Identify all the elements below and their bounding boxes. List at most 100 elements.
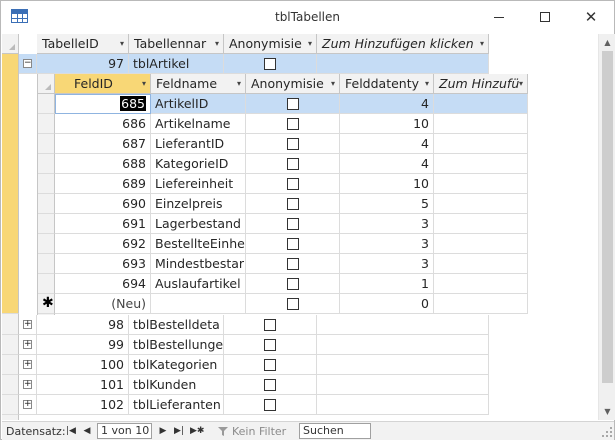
tabellenname-cell[interactable]: tblBestellunge — [129, 335, 224, 355]
scroll-down-icon[interactable]: ▼ — [599, 403, 615, 420]
add-field-cell[interactable] — [434, 294, 528, 314]
tabellenname-cell[interactable]: tblKategorien — [129, 355, 224, 375]
sub-record-selector[interactable] — [38, 174, 55, 194]
chevron-down-icon[interactable]: ▾ — [120, 34, 124, 53]
anonymisieren-cell[interactable] — [246, 254, 340, 274]
add-field-cell[interactable] — [434, 194, 528, 214]
tabellenname-cell[interactable]: tblArtikel — [129, 54, 224, 74]
chevron-down-icon[interactable]: ▾ — [480, 34, 484, 53]
expand-icon[interactable]: + — [23, 360, 32, 369]
anonymisieren-cell[interactable] — [224, 335, 317, 355]
column-header-add-field[interactable]: Zum Hinzufügen klicken ▾ — [317, 34, 489, 54]
expand-icon[interactable]: + — [23, 400, 32, 409]
checkbox[interactable] — [264, 378, 276, 391]
sub-record-selector[interactable] — [38, 134, 55, 154]
add-field-cell[interactable] — [434, 94, 528, 114]
sub-record-selector[interactable] — [38, 154, 55, 174]
checkbox[interactable] — [286, 277, 299, 290]
anonymisieren-cell[interactable] — [224, 315, 317, 335]
checkbox[interactable] — [264, 318, 276, 331]
tabelleid-cell[interactable]: 98 — [37, 315, 129, 335]
add-field-cell[interactable] — [317, 54, 489, 74]
add-field-cell[interactable] — [434, 234, 528, 254]
anonymisieren-cell[interactable] — [246, 94, 340, 114]
add-field-cell[interactable] — [434, 214, 528, 234]
feldid-cell[interactable]: 694 — [55, 274, 151, 294]
checkbox[interactable] — [286, 157, 299, 170]
record-selector[interactable] — [2, 395, 19, 415]
feldid-cell[interactable]: 685 — [55, 94, 151, 114]
anonymisieren-cell[interactable] — [246, 154, 340, 174]
column-header-feldname[interactable]: Feldname ▾ — [151, 74, 246, 94]
tabellenname-cell[interactable]: tblLieferanten — [129, 395, 224, 415]
add-field-cell[interactable] — [434, 174, 528, 194]
felddatentyp-cell[interactable]: 10 — [340, 114, 434, 134]
anonymisieren-cell[interactable] — [246, 294, 340, 314]
first-record-icon[interactable]: |◀ — [64, 423, 78, 439]
record-selector[interactable] — [2, 315, 19, 335]
checkbox[interactable] — [264, 57, 276, 70]
anonymisieren-cell[interactable] — [224, 54, 317, 74]
feldname-cell[interactable] — [151, 294, 246, 314]
felddatentyp-cell[interactable]: 1 — [340, 274, 434, 294]
sub-record-selector[interactable] — [38, 94, 55, 114]
anonymisieren-cell[interactable] — [246, 274, 340, 294]
column-header-sub-anonymisieren[interactable]: Anonymisie ▾ — [246, 74, 340, 94]
chevron-down-icon[interactable]: ▾ — [519, 74, 523, 93]
chevron-down-icon[interactable]: ▾ — [237, 74, 241, 93]
expand-icon[interactable]: + — [23, 340, 32, 349]
felddatentyp-cell[interactable]: 3 — [340, 214, 434, 234]
tabellenname-cell[interactable]: tblBestelldeta — [129, 315, 224, 335]
feldid-cell[interactable]: 689 — [55, 174, 151, 194]
checkbox[interactable] — [286, 297, 299, 310]
record-selector-active[interactable] — [2, 54, 19, 314]
column-header-tabellenname[interactable]: Tabellennar ▾ — [129, 34, 224, 54]
anonymisieren-cell[interactable] — [246, 214, 340, 234]
scroll-thumb[interactable] — [602, 51, 613, 383]
previous-record-icon[interactable]: ◀ — [80, 423, 94, 439]
feldname-cell[interactable]: Lagerbestand — [151, 214, 246, 234]
new-record-icon[interactable]: ▶✱ — [190, 423, 204, 439]
checkbox[interactable] — [286, 197, 299, 210]
collapse-icon[interactable]: − — [23, 59, 32, 68]
column-header-feldid[interactable]: FeldID ▾ — [55, 74, 151, 94]
anonymisieren-cell[interactable] — [246, 194, 340, 214]
anonymisieren-cell[interactable] — [246, 134, 340, 154]
feldid-cell[interactable]: 687 — [55, 134, 151, 154]
chevron-down-icon[interactable]: ▾ — [425, 74, 429, 93]
chevron-down-icon[interactable]: ▾ — [308, 34, 312, 53]
feldid-cell[interactable]: 691 — [55, 214, 151, 234]
new-record-selector[interactable]: ✱ — [38, 294, 55, 314]
sub-select-all-corner[interactable] — [38, 74, 55, 94]
felddatentyp-cell[interactable]: 4 — [340, 154, 434, 174]
feldid-cell[interactable]: 690 — [55, 194, 151, 214]
checkbox[interactable] — [264, 398, 276, 411]
feldid-cell[interactable]: 692 — [55, 234, 151, 254]
feldid-cell[interactable]: 686 — [55, 114, 151, 134]
column-header-sub-add-field[interactable]: Zum Hinzufü ▾ — [434, 74, 528, 94]
sub-record-selector[interactable] — [38, 234, 55, 254]
last-record-icon[interactable]: ▶| — [172, 423, 186, 439]
checkbox[interactable] — [286, 237, 299, 250]
checkbox[interactable] — [264, 358, 276, 371]
anonymisieren-cell[interactable] — [224, 395, 317, 415]
feldname-cell[interactable]: Artikelname — [151, 114, 246, 134]
felddatentyp-cell[interactable]: 0 — [340, 294, 434, 314]
add-field-cell[interactable] — [317, 315, 489, 335]
add-field-cell[interactable] — [434, 254, 528, 274]
expand-icon[interactable]: + — [23, 380, 32, 389]
add-field-cell[interactable] — [434, 274, 528, 294]
close-button[interactable]: ✕ — [568, 1, 614, 33]
anonymisieren-cell[interactable] — [224, 355, 317, 375]
maximize-button[interactable] — [522, 1, 568, 33]
checkbox[interactable] — [286, 177, 299, 190]
felddatentyp-cell[interactable]: 3 — [340, 254, 434, 274]
record-selector[interactable] — [2, 355, 19, 375]
sub-record-selector[interactable] — [38, 114, 55, 134]
anonymisieren-cell[interactable] — [224, 375, 317, 395]
tabelleid-cell[interactable]: 100 — [37, 355, 129, 375]
record-selector[interactable] — [2, 335, 19, 355]
feldname-cell[interactable]: KategorieID — [151, 154, 246, 174]
add-field-cell[interactable] — [317, 375, 489, 395]
record-selector[interactable] — [2, 375, 19, 395]
